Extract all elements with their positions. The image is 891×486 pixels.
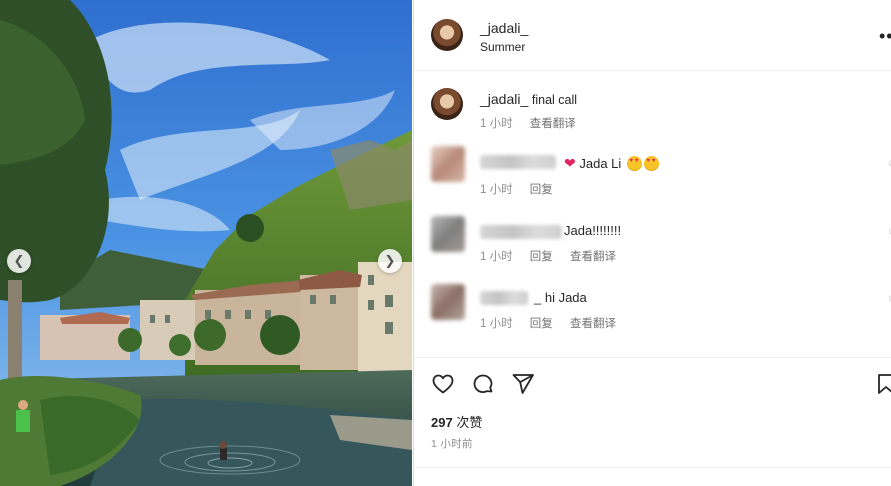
- reply-button[interactable]: 回复: [530, 251, 553, 263]
- post-photo[interactable]: ❮ ❯: [0, 0, 412, 486]
- heart-icon[interactable]: [431, 372, 455, 396]
- comment-text-2: Jada!!!!!!!!: [564, 223, 622, 238]
- comment-text-3: _ hi Jada: [534, 290, 587, 305]
- translate-link[interactable]: 查看翻译: [570, 251, 616, 263]
- photo-landscape: [0, 0, 412, 486]
- heart-eyes-emoji-icon: [643, 156, 659, 171]
- comment-meta: 1 小时 回复 查看翻译: [480, 248, 630, 264]
- comment-time: 1 小时: [480, 251, 513, 263]
- bookmark-icon[interactable]: [876, 372, 891, 396]
- reply-button[interactable]: 回复: [530, 184, 553, 196]
- comment-text: ❤ Jada Li: [564, 155, 659, 172]
- chevron-right-icon[interactable]: ❯: [378, 249, 402, 273]
- post-username[interactable]: _jadali_: [480, 20, 528, 36]
- avatar[interactable]: [431, 19, 463, 51]
- caption-text: final call: [531, 93, 578, 107]
- commenter-name-blurred[interactable]: [480, 291, 528, 305]
- likes-label: 次赞: [456, 415, 483, 430]
- comment-meta: 1 小时 回复 查看翻译: [480, 315, 630, 331]
- post-header: _jadali_ Summer •••: [414, 0, 891, 71]
- post-actions-bar: [414, 357, 891, 417]
- chevron-left-icon[interactable]: ❮: [7, 249, 31, 273]
- caption-time: 1 小时: [480, 118, 513, 130]
- comment-time: 1 小时: [480, 184, 513, 196]
- comment-time: 1 小时: [480, 318, 513, 330]
- more-horizontal-icon[interactable]: •••: [879, 26, 891, 47]
- comment-text-1: Jada Li: [579, 156, 622, 171]
- caption: _jadali_ final call: [480, 91, 577, 107]
- post-side-panel: _jadali_ Summer ••• _jadali_ final call …: [413, 0, 891, 486]
- translate-link[interactable]: 查看翻译: [570, 318, 616, 330]
- post-timestamp: 1 小时前: [431, 438, 473, 450]
- commenter-name-blurred[interactable]: [480, 155, 556, 169]
- caption-username[interactable]: _jadali_: [480, 91, 528, 107]
- comment-icon[interactable]: [471, 372, 495, 396]
- likes-number: 297: [431, 415, 453, 430]
- commenter-avatar[interactable]: [431, 216, 465, 252]
- divider: [414, 467, 891, 468]
- likes-count[interactable]: 297 次赞: [431, 412, 482, 431]
- commenter-name-blurred[interactable]: [480, 225, 562, 239]
- red-heart-icon: ❤: [564, 155, 576, 171]
- reply-button[interactable]: 回复: [530, 318, 553, 330]
- comment-meta: 1 小时 回复: [480, 181, 567, 197]
- heart-eyes-emoji-icon: [626, 156, 642, 171]
- instagram-post-viewer: ❮ ❯ _jadali_ Summer ••• _jadali_ final c…: [0, 0, 891, 486]
- post-location[interactable]: Summer: [480, 40, 525, 54]
- commenter-avatar[interactable]: [431, 146, 465, 182]
- caption-meta: 1 小时 查看翻译: [480, 115, 590, 131]
- translate-link[interactable]: 查看翻译: [530, 118, 576, 130]
- commenter-avatar[interactable]: [431, 284, 465, 320]
- caption-avatar[interactable]: [431, 88, 463, 120]
- send-icon[interactable]: [511, 372, 535, 396]
